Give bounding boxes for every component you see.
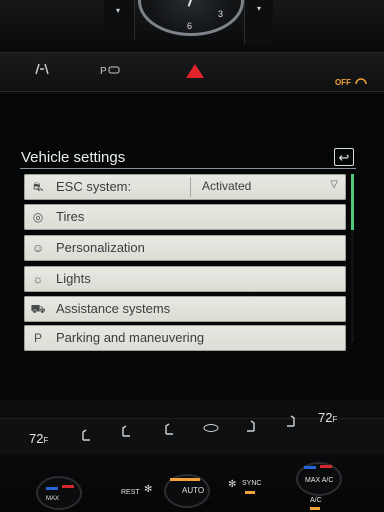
seat-vent-right-icon[interactable] (285, 414, 297, 431)
sync-button[interactable]: SYNC (242, 480, 261, 487)
left-temperature: 72F (29, 431, 48, 446)
svg-text:P: P (100, 66, 107, 76)
max-ac-button[interactable]: MAX A/C (305, 477, 333, 484)
clock-hand (187, 0, 197, 7)
setting-label: Personalization (56, 240, 145, 255)
right-temperature: 72F (318, 410, 337, 425)
clock-numeral-6: 6 (187, 21, 193, 31)
max-defrost-label: MAX (46, 496, 60, 502)
parking-icon: P (33, 331, 42, 345)
cold-indicator (46, 487, 58, 490)
seat-heat-right-icon[interactable] (245, 419, 257, 436)
page-title: Vehicle settings (21, 149, 126, 166)
park-distance-icon[interactable]: P (100, 64, 122, 79)
vent-left-arrow-icon: ▾ (116, 6, 121, 15)
left-vent[interactable]: ▾ (104, 0, 135, 40)
right-hot-indicator (320, 465, 332, 468)
setting-label: Lights (56, 271, 91, 286)
setting-row-tires[interactable]: ◎ Tires (24, 204, 346, 230)
sync-indicator (245, 491, 255, 494)
rest-button[interactable]: REST (121, 489, 140, 496)
right-vent[interactable]: ▾ (244, 0, 273, 44)
auto-button[interactable]: AUTO (182, 486, 204, 495)
stop-start-icon (355, 78, 368, 84)
setting-label: Parking and maneuvering (56, 330, 205, 345)
off-button[interactable]: OFF (335, 72, 368, 90)
parking-assist-icon[interactable] (34, 62, 50, 79)
back-icon: ↩ (338, 150, 350, 165)
fan-level-indicator (170, 478, 200, 481)
tire-icon: ◎ (32, 210, 44, 224)
back-button[interactable]: ↩ (334, 148, 354, 166)
person-icon: ☺ (31, 241, 45, 255)
seat-vent-left-icon[interactable] (120, 424, 132, 441)
row-separator (190, 177, 191, 197)
left-temp-value: 72 (29, 431, 44, 446)
setting-row-personalization[interactable]: ☺ Personalization (24, 235, 346, 261)
setting-row-assistance[interactable]: ⛟ Assistance systems (24, 296, 346, 322)
hot-indicator (62, 485, 74, 488)
off-label: OFF (335, 78, 351, 87)
steering-heat-icon[interactable] (163, 422, 175, 439)
clock-numeral-3: 3 (217, 9, 223, 19)
setting-label: ESC system: (56, 179, 132, 194)
esc-value[interactable]: Activated (202, 179, 251, 193)
airflow-icon: ✻ (228, 479, 237, 490)
right-temp-value: 72 (318, 410, 333, 425)
seat-heat-left-icon[interactable] (80, 428, 92, 445)
assistance-icon: ⛟ (30, 302, 46, 316)
scrollbar-thumb[interactable] (351, 174, 354, 230)
light-icon: ☼ (32, 272, 44, 286)
dropdown-icon[interactable]: ▽ (330, 179, 338, 190)
ac-button[interactable]: A/C (310, 497, 322, 504)
right-cold-indicator (304, 466, 316, 469)
setting-row-esc[interactable]: ⛐ ESC system: Activated ▽ (24, 174, 346, 200)
hazard-icon[interactable] (186, 64, 204, 78)
fan-icon: ✻ (144, 484, 153, 495)
left-temp-unit: F (43, 436, 49, 445)
esc-icon: ⛐ (32, 180, 44, 194)
setting-row-lights[interactable]: ☼ Lights (24, 266, 346, 292)
left-temp-knob[interactable] (36, 476, 82, 510)
header-divider (20, 168, 356, 169)
right-temp-unit: F (332, 415, 338, 424)
recirculation-icon[interactable] (203, 423, 219, 436)
setting-label: Assistance systems (56, 301, 171, 316)
ac-indicator (310, 507, 320, 510)
vent-right-arrow-icon: ▾ (257, 4, 262, 13)
setting-row-parking[interactable]: P Parking and maneuvering (24, 325, 346, 351)
setting-label: Tires (56, 209, 85, 224)
